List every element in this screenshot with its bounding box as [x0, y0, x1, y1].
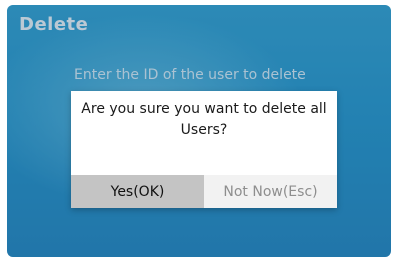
confirm-delete-dialog: Are you sure you want to delete all User…	[71, 91, 337, 208]
device-frame: Delete Enter the ID of the user to delet…	[0, 0, 397, 261]
confirm-button[interactable]: Yes(OK)	[71, 175, 204, 208]
dialog-message: Are you sure you want to delete all User…	[81, 101, 327, 138]
delete-screen: Delete Enter the ID of the user to delet…	[7, 5, 391, 257]
cancel-button[interactable]: Not Now(Esc)	[204, 175, 337, 208]
dialog-button-bar: Yes(OK) Not Now(Esc)	[71, 175, 337, 208]
